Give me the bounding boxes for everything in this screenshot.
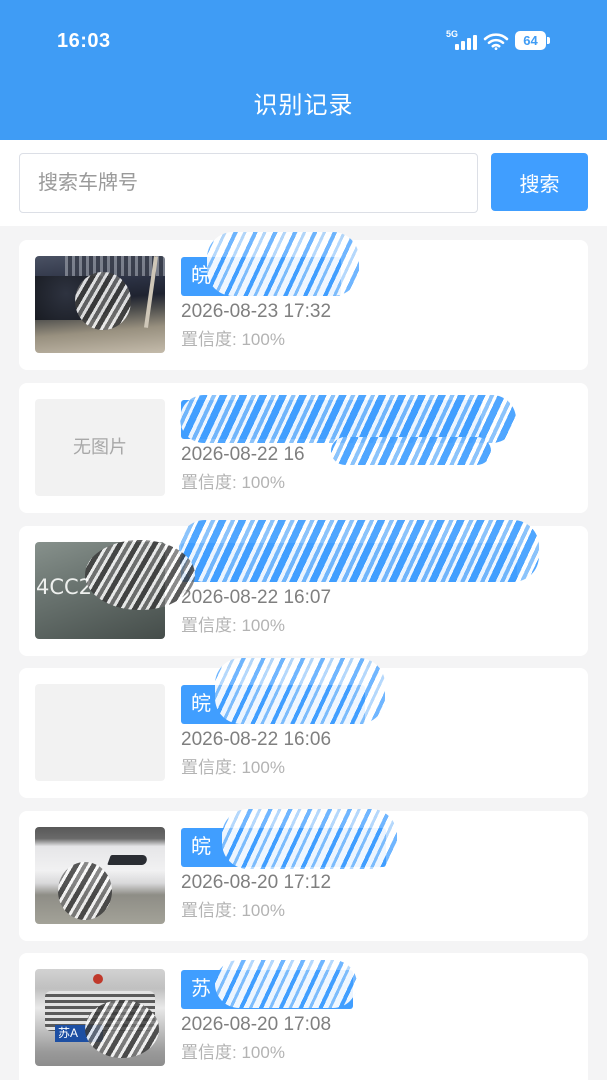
record-time: 2026-08-20 17:08	[181, 1014, 332, 1035]
page-title: 识别记录	[253, 92, 354, 119]
confidence: 置信度: 100%	[181, 472, 285, 494]
redaction-scribble	[85, 540, 195, 610]
confidence-value: 100%	[241, 473, 285, 492]
confidence-label: 置信度:	[181, 758, 237, 777]
redaction-scribble	[180, 395, 516, 443]
redaction-scribble	[85, 1000, 159, 1058]
signal-icon: 5G	[446, 29, 480, 50]
confidence-value: 100%	[241, 758, 285, 777]
confidence-label: 置信度:	[181, 473, 237, 492]
record-time: 2026-08-23 17:32	[181, 301, 332, 322]
record-list[interactable]: 皖 2026-08-23 17:32 置信度: 100% 无图片 2026-08…	[0, 226, 607, 1080]
confidence: 置信度: 100%	[181, 900, 285, 922]
car-logo	[93, 974, 103, 984]
signal-bar	[473, 35, 477, 50]
record-card[interactable]: 4CC2 2026-08-22 16:07 置信度: 100%	[19, 520, 588, 656]
status-time: 16:03	[57, 30, 111, 52]
confidence: 置信度: 100%	[181, 329, 285, 351]
app-header: 16:03 5G 64 识别记录	[0, 0, 607, 140]
signal-bar	[455, 44, 459, 50]
record-card[interactable]: 皖 2026-08-22 16:06 置信度: 100%	[19, 658, 588, 798]
redaction-scribble	[58, 862, 112, 920]
no-image-text: 无图片	[73, 437, 127, 457]
signal-bar	[461, 41, 465, 50]
confidence: 置信度: 100%	[181, 615, 285, 637]
redaction-scribble	[215, 658, 385, 724]
plate-number: 苏	[191, 978, 211, 1000]
wifi-icon	[483, 33, 509, 50]
record-card[interactable]: 苏A 苏 2026-08-20 17:08 置信度: 100%	[19, 953, 588, 1080]
confidence-value: 100%	[241, 1043, 285, 1062]
car-headlight	[107, 855, 149, 865]
network-type: 5G	[446, 29, 459, 39]
battery-icon: 64	[515, 31, 546, 50]
confidence-value: 100%	[241, 616, 285, 635]
confidence-label: 置信度:	[181, 901, 237, 920]
confidence: 置信度: 100%	[181, 757, 285, 779]
confidence-value: 100%	[241, 901, 285, 920]
redaction-scribble	[207, 232, 359, 296]
plate-number: 皖	[191, 693, 211, 715]
plate-number: 皖	[191, 836, 211, 858]
record-card[interactable]: 无图片 2026-08-22 16 置信度: 100%	[19, 383, 588, 513]
redaction-scribble	[179, 520, 539, 582]
record-time: 2026-08-22 16	[181, 444, 305, 465]
car-grille	[65, 256, 165, 276]
confidence: 置信度: 100%	[181, 1042, 285, 1064]
signal-bar	[467, 38, 471, 50]
confidence-label: 置信度:	[181, 616, 237, 635]
record-time: 2026-08-22 16:06	[181, 729, 332, 750]
record-card[interactable]: 皖 2026-08-20 17:12 置信度: 100%	[19, 809, 588, 941]
redaction-scribble	[215, 960, 357, 1008]
redaction-scribble	[222, 809, 397, 869]
search-button[interactable]: 搜索	[491, 153, 588, 211]
confidence-label: 置信度:	[181, 330, 237, 349]
photo-plate-text: 4CC2	[36, 575, 93, 599]
redaction-scribble	[331, 437, 491, 465]
record-card[interactable]: 皖 2026-08-23 17:32 置信度: 100%	[19, 232, 588, 370]
record-time: 2026-08-22 16:07	[181, 587, 332, 608]
no-image-placeholder: 无图片	[35, 399, 165, 496]
confidence-value: 100%	[241, 330, 285, 349]
record-time: 2026-08-20 17:12	[181, 872, 332, 893]
battery-tip	[547, 37, 550, 44]
search-bar: 搜索	[0, 140, 607, 226]
confidence-label: 置信度:	[181, 1043, 237, 1062]
search-input[interactable]	[19, 153, 478, 213]
redaction-scribble	[75, 272, 131, 330]
image-placeholder	[35, 684, 165, 781]
